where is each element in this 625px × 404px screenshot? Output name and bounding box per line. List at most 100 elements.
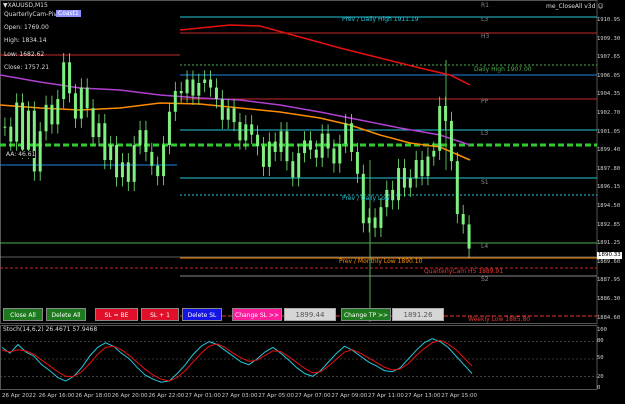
- price-tick: 1894.50: [597, 203, 621, 209]
- candle-body: [173, 91, 177, 112]
- candle-body: [250, 124, 254, 135]
- candle-body: [332, 148, 336, 164]
- price-tick: 1901.05: [597, 128, 621, 135]
- candle-body: [461, 214, 465, 225]
- candle-body: [214, 87, 218, 100]
- info-open: Open: 1769.00: [4, 24, 49, 31]
- candle-body: [414, 160, 418, 179]
- candle-body: [203, 79, 207, 83]
- delete-sl-button[interactable]: Delete SL: [182, 308, 222, 321]
- daily-high-label: Daily High 1907.00: [474, 66, 532, 73]
- sl-value-input[interactable]: 1899.44: [284, 308, 336, 321]
- candle-body: [44, 104, 48, 132]
- candle-body: [26, 110, 30, 150]
- candle-body: [326, 133, 330, 149]
- price-tick: 1884.60: [597, 314, 621, 321]
- candle-body: [56, 99, 60, 125]
- change-sl-button[interactable]: Change SL >>: [232, 308, 282, 321]
- price-tick: 1910.95: [597, 17, 621, 23]
- delete-all-button[interactable]: Delete All: [46, 308, 86, 321]
- s1-label: S1: [481, 179, 489, 186]
- info-high: High: 1834.14: [4, 37, 47, 44]
- stoch-tick: 80: [597, 338, 604, 344]
- close-all-button[interactable]: Close All: [3, 308, 43, 321]
- candle-body: [73, 93, 77, 119]
- candle-body: [209, 79, 213, 88]
- price-tick: 1902.70: [597, 110, 621, 116]
- price-tick: 1897.80: [597, 165, 621, 172]
- time-tick: 27 Apr 05:00: [258, 393, 295, 399]
- candle-body: [150, 151, 154, 166]
- price-chart[interactable]: [0, 0, 625, 404]
- candle-body: [238, 122, 242, 141]
- candle-body: [156, 165, 160, 177]
- candle-body: [50, 104, 54, 125]
- candle-body: [438, 105, 442, 151]
- candle-body: [344, 123, 348, 144]
- time-tick: 27 Apr 11:00: [368, 393, 404, 399]
- change-tp-button[interactable]: Change TP >>: [341, 308, 391, 321]
- price-tick: 1886.30: [597, 296, 621, 302]
- candle-body: [303, 140, 307, 154]
- symbol-text: XAUUSD,M15: [7, 2, 48, 9]
- time-tick: 26 Apr 2022: [2, 393, 37, 399]
- candle-body: [115, 145, 119, 178]
- candle-body: [314, 149, 318, 158]
- candle-body: [191, 79, 195, 96]
- candle-body: [355, 151, 359, 174]
- s2-label: S2: [481, 276, 489, 283]
- candle-body: [167, 111, 171, 146]
- candle-body: [367, 217, 371, 224]
- sl-be-button[interactable]: SL = BE: [95, 308, 138, 321]
- ma-red-line: [179, 24, 471, 86]
- candle-body: [379, 207, 383, 228]
- candle-body: [3, 126, 7, 128]
- prev-monthly-low-label: Prev / Monthly Low 1890.10: [339, 258, 423, 265]
- price-tick: 1899.40: [597, 147, 621, 154]
- candle-body: [120, 162, 124, 178]
- candle-body: [38, 131, 42, 172]
- candle-body: [391, 189, 395, 201]
- candle-body: [432, 150, 436, 157]
- candle-body: [103, 123, 107, 161]
- candle-body: [15, 102, 19, 142]
- info-aa: AA: 46.61: [6, 151, 36, 158]
- candle-body: [291, 161, 295, 178]
- time-tick: 26 Apr 22:00: [148, 393, 185, 399]
- r3-label: L3: [481, 16, 489, 23]
- info-low: Low: 1682.62: [4, 51, 45, 58]
- stoch-d-line: [1, 339, 473, 382]
- symbol-label: ▼XAUUSD,M15: [3, 2, 48, 9]
- current-price-tag: 1890.33: [597, 252, 622, 259]
- price-tick: 1909.30: [597, 35, 621, 42]
- candle-body: [185, 79, 189, 94]
- candle-body: [220, 99, 224, 120]
- time-tick: 27 Apr 07:00: [294, 393, 331, 399]
- candle-body: [91, 108, 95, 138]
- candle-body: [144, 130, 148, 152]
- info-close: Close: 1757.21: [4, 64, 50, 71]
- candle-body: [32, 110, 36, 172]
- candle-body: [279, 131, 283, 152]
- candle-body: [320, 133, 324, 158]
- candle-body: [444, 105, 448, 121]
- candle-body: [85, 87, 89, 109]
- candle-body: [256, 134, 260, 147]
- coast-badge[interactable]: Coast1: [56, 10, 81, 17]
- sl-plus-button[interactable]: SL + 1: [141, 308, 179, 321]
- weekly-low-label: Weekly Low 1885.80: [468, 316, 531, 323]
- tp-value-input[interactable]: 1891.26: [392, 308, 444, 321]
- candle-body: [338, 143, 342, 164]
- quarterly-cam-label: QuarterlyCam H5 1889.91: [424, 268, 504, 275]
- candle-body: [261, 146, 265, 167]
- stoch-tick: 50: [597, 355, 604, 361]
- candle-body: [197, 82, 201, 96]
- price-tick: 1906.05: [597, 72, 621, 79]
- r1-label: R1: [481, 2, 489, 9]
- candle-body: [226, 108, 230, 120]
- prev-daily-high-label: Prev / Daily High 1911.19: [342, 16, 419, 23]
- candle-body: [285, 131, 289, 162]
- pp-label: PP: [481, 98, 489, 105]
- stoch-k-line: [1, 338, 473, 383]
- candle-body: [232, 108, 236, 123]
